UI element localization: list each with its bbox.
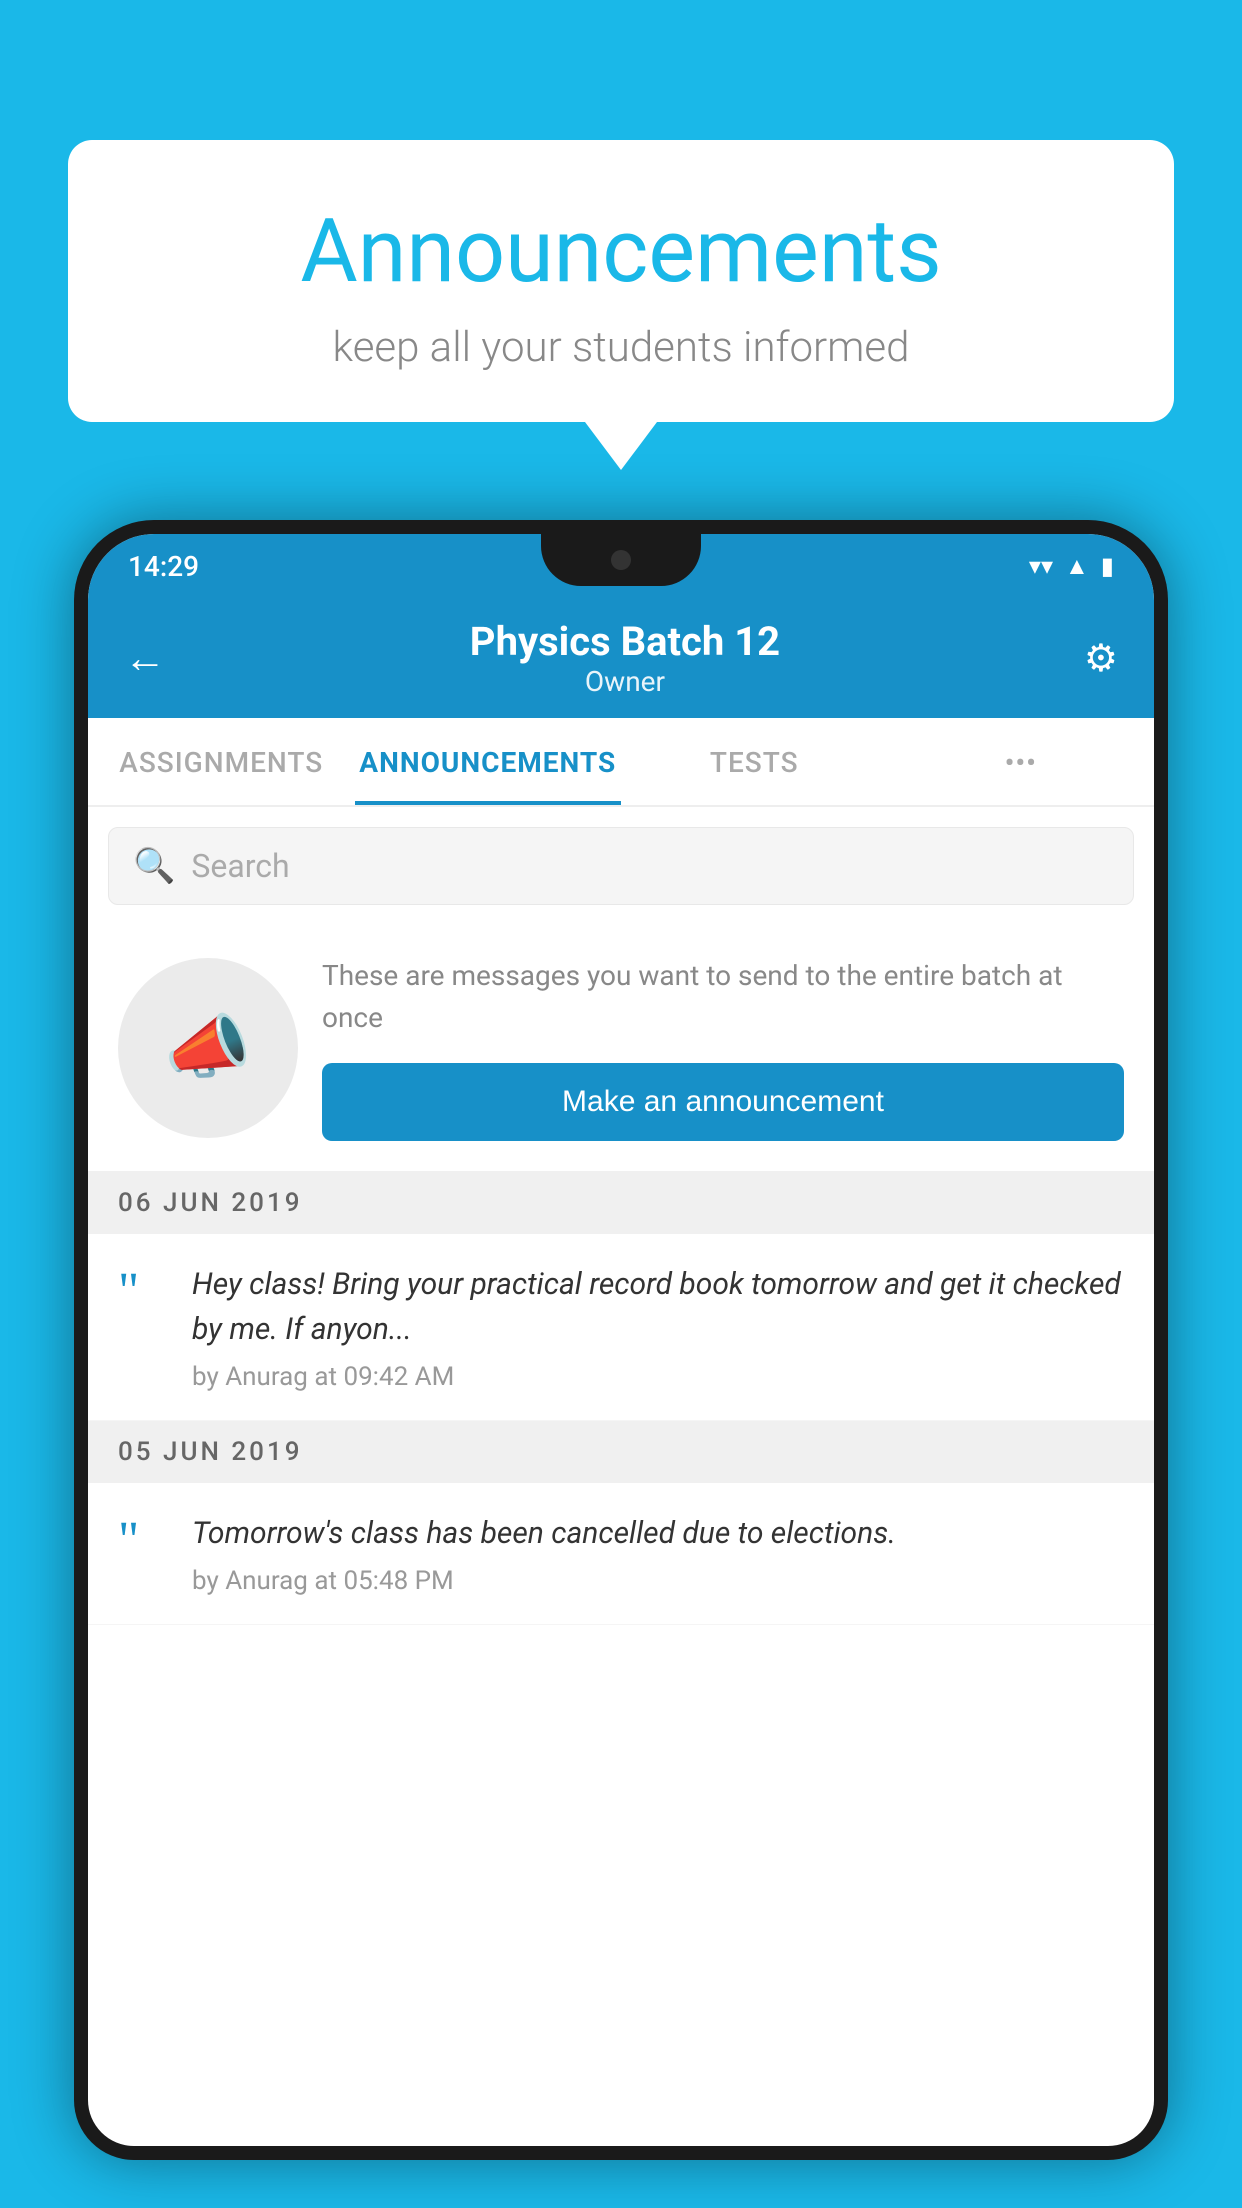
make-announcement-button[interactable]: Make an announcement: [322, 1063, 1124, 1141]
quote-icon-1: ": [118, 1266, 168, 1318]
phone-screen: 14:29 ▾▾ ▲ ▮ ← Physics Batch 12 Owner ⚙: [88, 534, 1154, 2146]
notch: [541, 534, 701, 586]
camera: [611, 550, 631, 570]
announcement-item-1[interactable]: " Hey class! Bring your practical record…: [88, 1234, 1154, 1421]
tabs-bar: ASSIGNMENTS ANNOUNCEMENTS TESTS •••: [88, 718, 1154, 807]
battery-icon: ▮: [1101, 552, 1114, 580]
signal-icon: ▲: [1065, 552, 1089, 581]
promo-section: 📣 These are messages you want to send to…: [88, 925, 1154, 1172]
phone-container: 14:29 ▾▾ ▲ ▮ ← Physics Batch 12 Owner ⚙: [74, 520, 1168, 2208]
announcement-meta-2: by Anurag at 05:48 PM: [192, 1566, 896, 1596]
status-bar: 14:29 ▾▾ ▲ ▮: [88, 534, 1154, 598]
tab-more[interactable]: •••: [888, 718, 1155, 805]
phone-frame: 14:29 ▾▾ ▲ ▮ ← Physics Batch 12 Owner ⚙: [74, 520, 1168, 2160]
settings-button[interactable]: ⚙: [1084, 636, 1118, 681]
promo-icon-circle: 📣: [118, 958, 298, 1138]
speech-bubble: Announcements keep all your students inf…: [68, 140, 1174, 422]
back-button[interactable]: ←: [124, 634, 166, 683]
announcement-content-1: Hey class! Bring your practical record b…: [192, 1262, 1124, 1392]
search-placeholder: Search: [191, 847, 289, 885]
promo-description: These are messages you want to send to t…: [322, 955, 1124, 1039]
announcement-item-2[interactable]: " Tomorrow's class has been cancelled du…: [88, 1483, 1154, 1625]
date-separator-2: 05 JUN 2019: [88, 1421, 1154, 1483]
tab-announcements[interactable]: ANNOUNCEMENTS: [355, 718, 622, 805]
search-bar[interactable]: 🔍 Search: [108, 827, 1134, 905]
speech-bubble-area: Announcements keep all your students inf…: [68, 140, 1174, 470]
speech-bubble-tail: [585, 422, 657, 470]
status-icons: ▾▾ ▲ ▮: [1029, 552, 1114, 581]
tab-tests[interactable]: TESTS: [621, 718, 888, 805]
announcements-title: Announcements: [148, 200, 1094, 303]
header-subtitle: Owner: [166, 665, 1084, 698]
announcement-text-1: Hey class! Bring your practical record b…: [192, 1262, 1124, 1352]
announcements-subtitle: keep all your students informed: [148, 323, 1094, 372]
megaphone-icon: 📣: [164, 1007, 251, 1089]
date-separator-1: 06 JUN 2019: [88, 1172, 1154, 1234]
status-time: 14:29: [128, 550, 199, 583]
wifi-icon: ▾▾: [1029, 552, 1053, 580]
announcement-text-2: Tomorrow's class has been cancelled due …: [192, 1511, 896, 1556]
promo-right: These are messages you want to send to t…: [322, 955, 1124, 1141]
announcement-content-2: Tomorrow's class has been cancelled due …: [192, 1511, 896, 1596]
app-header: ← Physics Batch 12 Owner ⚙: [88, 598, 1154, 718]
main-content: 🔍 Search 📣 These are messages you want t…: [88, 807, 1154, 1625]
search-icon: 🔍: [133, 846, 175, 886]
announcement-meta-1: by Anurag at 09:42 AM: [192, 1362, 1124, 1392]
quote-icon-2: ": [118, 1515, 168, 1567]
header-title: Physics Batch 12: [166, 618, 1084, 665]
tab-assignments[interactable]: ASSIGNMENTS: [88, 718, 355, 805]
header-title-area: Physics Batch 12 Owner: [166, 618, 1084, 698]
